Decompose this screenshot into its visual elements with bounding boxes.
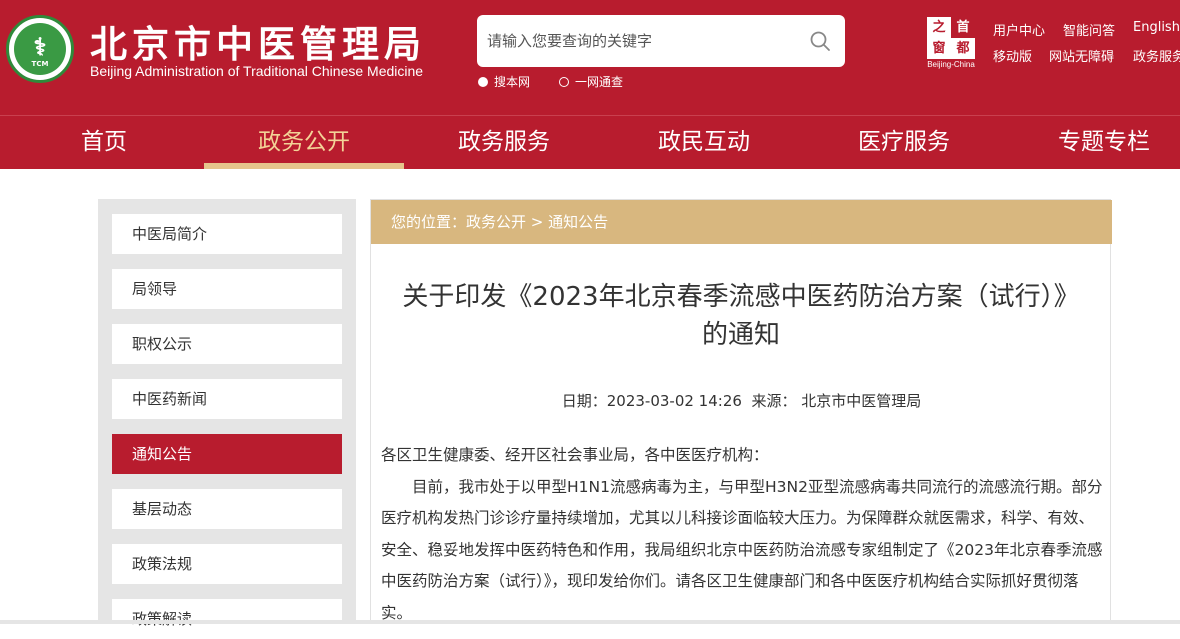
breadcrumb: 您的位置：政务公开 > 通知公告 [371, 200, 1112, 244]
search-option-label: 搜本网 [494, 75, 531, 89]
capital-window-logo[interactable]: 之 首 窗 都 Beijing-China [927, 17, 975, 69]
link-english[interactable]: English [1133, 20, 1180, 35]
article-panel: 您的位置：政务公开 > 通知公告 关于印发《2023年北京春季流感中医药防治方案… [370, 199, 1112, 624]
sidebar-item-leaders[interactable]: 局领导 [112, 269, 342, 309]
nav-special-topics[interactable]: 专题专栏 [1004, 116, 1180, 169]
article-paragraph: 目前，我市处于以甲型H1N1流感病毒为主，与甲型H3N2亚型流感病毒共同流行的流… [381, 477, 1103, 622]
nav-interaction[interactable]: 政民互动 [604, 116, 804, 169]
radio-unselected-icon [559, 76, 569, 87]
breadcrumb-link-gov-affairs[interactable]: 政务公开 [466, 213, 526, 231]
link-accessibility[interactable]: 网站无障碍 [1049, 46, 1114, 65]
breadcrumb-link-notices[interactable]: 通知公告 [548, 213, 608, 231]
search-icon[interactable] [809, 30, 831, 52]
link-user-center[interactable]: 用户中心 [993, 20, 1045, 39]
site-subtitle: Beijing Administration of Traditional Ch… [90, 63, 424, 79]
sidebar-item-local-news[interactable]: 基层动态 [112, 489, 342, 529]
article-source: 北京市中医管理局 [801, 392, 922, 410]
breadcrumb-separator: > [526, 213, 549, 231]
capital-char: 窗 [932, 41, 946, 56]
capital-logo-box: 之 首 窗 都 [927, 17, 975, 59]
radio-selected-icon [478, 76, 488, 87]
sidebar-item-intro[interactable]: 中医局简介 [112, 214, 342, 254]
link-mobile[interactable]: 移动版 [993, 46, 1032, 65]
source-label: 来源： [751, 392, 797, 410]
search-option-network[interactable]: 一网通查 [559, 73, 623, 90]
sidebar-item-policy-interpretation[interactable]: 政策解读 [112, 599, 342, 639]
search-option-label: 一网通查 [575, 75, 624, 89]
sidebar-item-powers[interactable]: 职权公示 [112, 324, 342, 364]
article-title: 关于印发《2023年北京春季流感中医药防治方案（试行）》的通知 [402, 282, 1080, 350]
link-gov-service[interactable]: 政务服务 [1133, 46, 1180, 65]
capital-char: 都 [956, 41, 970, 56]
nav-gov-affairs-open[interactable]: 政务公开 [204, 116, 404, 169]
emblem-text: TCM [31, 60, 49, 68]
nav-active-indicator [204, 163, 404, 169]
emblem-glyph-icon: ⚕ [33, 32, 47, 61]
sidebar-item-notices[interactable]: 通知公告 [112, 434, 342, 474]
capital-char: 首 [951, 17, 975, 38]
search-option-site[interactable]: 搜本网 [478, 73, 530, 90]
breadcrumb-prefix: 您的位置： [391, 213, 467, 231]
nav-medical-services[interactable]: 医疗服务 [804, 116, 1004, 169]
article-date: 2023-03-02 14:26 [606, 392, 742, 410]
search-box [477, 15, 845, 67]
site-title[interactable]: 北京市中医管理局 [90, 14, 426, 68]
site-header: ⚕ TCM 北京市中医管理局 Beijing Administration of… [0, 0, 1180, 115]
date-label: 日期： [561, 392, 607, 410]
page-bottom-edge [0, 620, 1180, 624]
nav-home[interactable]: 首页 [4, 116, 204, 169]
sidebar: 中医局简介 局领导 职权公示 中医药新闻 通知公告 基层动态 政策法规 政策解读 [98, 199, 356, 639]
capital-logo-label: Beijing-China [927, 60, 975, 69]
article-meta: 日期：2023-03-02 14:26 来源： 北京市中医管理局 [371, 390, 1112, 411]
article-paragraph-salutation: 各区卫生健康委、经开区社会事业局，各中医医疗机构： [381, 446, 769, 464]
article-body: 各区卫生健康委、经开区社会事业局，各中医医疗机构： 目前，我市处于以甲型H1N1… [381, 440, 1103, 629]
sidebar-item-policies[interactable]: 政策法规 [112, 544, 342, 584]
tcm-emblem-logo[interactable]: ⚕ TCM [6, 15, 74, 83]
sidebar-item-news[interactable]: 中医药新闻 [112, 379, 342, 419]
nav-gov-services[interactable]: 政务服务 [404, 116, 604, 169]
link-smart-qa[interactable]: 智能问答 [1063, 20, 1115, 39]
main-nav: 首页 政务公开 政务服务 政民互动 医疗服务 专题专栏 [0, 115, 1180, 169]
search-input[interactable] [487, 27, 797, 55]
capital-char: 之 [932, 20, 946, 35]
